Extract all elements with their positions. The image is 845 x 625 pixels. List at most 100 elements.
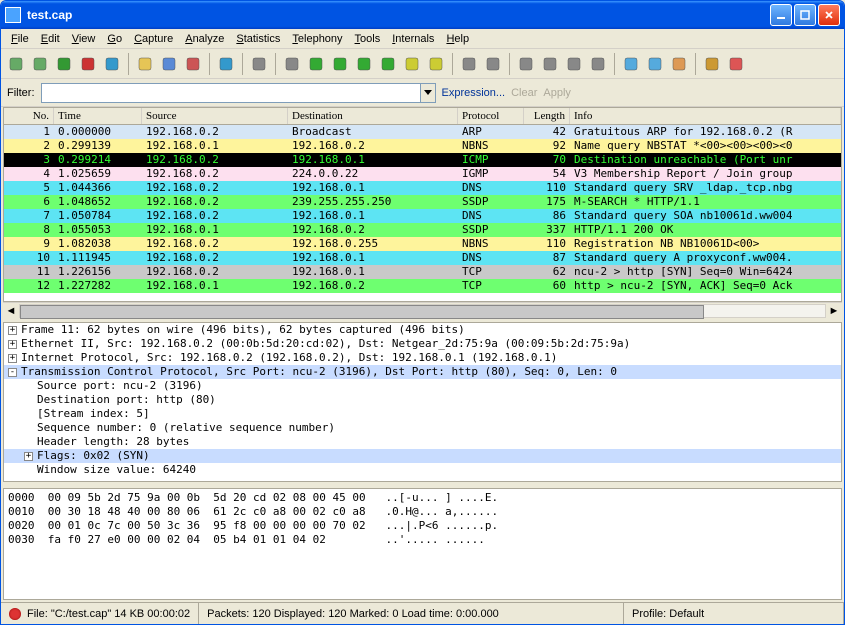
- toolbar-file-close[interactable]: [182, 53, 204, 75]
- toolbar-go-forward[interactable]: [329, 53, 351, 75]
- tree-expander-icon[interactable]: -: [8, 368, 17, 377]
- toolbar-go-back[interactable]: [305, 53, 327, 75]
- packet-list-rows[interactable]: 10.000000192.168.0.2BroadcastARP42Gratui…: [4, 125, 841, 301]
- toolbar-auto-scroll[interactable]: [482, 53, 504, 75]
- toolbar-capture-stop[interactable]: [77, 53, 99, 75]
- toolbar-help[interactable]: [725, 53, 747, 75]
- col-source[interactable]: Source: [142, 108, 288, 124]
- close-button[interactable]: [818, 4, 840, 26]
- toolbar-reload[interactable]: [215, 53, 237, 75]
- hex-line[interactable]: 0030 fa f0 27 e0 00 00 02 04 05 b4 01 01…: [8, 533, 837, 547]
- menu-statistics[interactable]: Statistics: [230, 31, 286, 47]
- toolbar-zoom-out[interactable]: [539, 53, 561, 75]
- detail-node[interactable]: +Frame 11: 62 bytes on wire (496 bits), …: [4, 323, 841, 337]
- hscroll-thumb[interactable]: [20, 305, 704, 319]
- menu-view[interactable]: View: [66, 31, 102, 47]
- menu-telephony[interactable]: Telephony: [286, 31, 348, 47]
- toolbar-go-last[interactable]: [425, 53, 447, 75]
- col-no[interactable]: No.: [4, 108, 54, 124]
- toolbar-go-end[interactable]: [377, 53, 399, 75]
- detail-node[interactable]: Sequence number: 0 (relative sequence nu…: [4, 421, 841, 435]
- toolbar-go-jump[interactable]: [353, 53, 375, 75]
- maximize-button[interactable]: [794, 4, 816, 26]
- detail-node[interactable]: Header length: 28 bytes: [4, 435, 841, 449]
- menu-tools[interactable]: Tools: [349, 31, 387, 47]
- col-destination[interactable]: Destination: [288, 108, 458, 124]
- detail-node[interactable]: Window size value: 64240: [4, 463, 841, 477]
- splitter-2[interactable]: [1, 482, 844, 486]
- menu-analyze[interactable]: Analyze: [179, 31, 230, 47]
- filter-dropdown-button[interactable]: [420, 83, 436, 103]
- detail-node[interactable]: +Ethernet II, Src: 192.168.0.2 (00:0b:5d…: [4, 337, 841, 351]
- packet-list-hscroll[interactable]: ◄ ►: [3, 302, 842, 318]
- toolbar-file-open[interactable]: [134, 53, 156, 75]
- packet-row[interactable]: 91.082038192.168.0.2192.168.0.255NBNS110…: [4, 237, 841, 251]
- toolbar-zoom-100[interactable]: [563, 53, 585, 75]
- hex-line[interactable]: 0020 00 01 0c 7c 00 50 3c 36 95 f8 00 00…: [8, 519, 837, 533]
- toolbar-file-save[interactable]: [158, 53, 180, 75]
- toolbar-preferences[interactable]: [701, 53, 723, 75]
- menu-internals[interactable]: Internals: [386, 31, 440, 47]
- cell-protocol: DNS: [458, 209, 524, 223]
- packet-row[interactable]: 61.048652192.168.0.2239.255.255.250SSDP1…: [4, 195, 841, 209]
- expression-link[interactable]: Expression...: [442, 87, 506, 99]
- packet-row[interactable]: 41.025659192.168.0.2224.0.0.22IGMP54V3 M…: [4, 167, 841, 181]
- detail-node[interactable]: +Internet Protocol, Src: 192.168.0.2 (19…: [4, 351, 841, 365]
- toolbar-print[interactable]: [248, 53, 270, 75]
- toolbar-zoom-fit[interactable]: [587, 53, 609, 75]
- minimize-button[interactable]: [770, 4, 792, 26]
- menu-go[interactable]: Go: [101, 31, 128, 47]
- packet-row[interactable]: 51.044366192.168.0.2192.168.0.1DNS110Sta…: [4, 181, 841, 195]
- toolbar-find[interactable]: [281, 53, 303, 75]
- toolbar-options-display[interactable]: [668, 53, 690, 75]
- cell-source: 192.168.0.2: [142, 181, 288, 195]
- hex-line[interactable]: 0010 00 30 18 48 40 00 80 06 61 2c c0 a8…: [8, 505, 837, 519]
- detail-node[interactable]: Source port: ncu-2 (3196): [4, 379, 841, 393]
- detail-node[interactable]: -Transmission Control Protocol, Src Port…: [4, 365, 841, 379]
- col-protocol[interactable]: Protocol: [458, 108, 524, 124]
- detail-node[interactable]: +Flags: 0x02 (SYN): [4, 449, 841, 463]
- packet-row[interactable]: 30.299214192.168.0.2192.168.0.1ICMP70Des…: [4, 153, 841, 167]
- tree-expander-icon[interactable]: +: [8, 326, 17, 335]
- col-info[interactable]: Info: [570, 108, 841, 124]
- status-profile[interactable]: Profile: Default: [632, 608, 704, 620]
- packet-row[interactable]: 111.226156192.168.0.2192.168.0.1TCP62ncu…: [4, 265, 841, 279]
- packet-row[interactable]: 20.299139192.168.0.1192.168.0.2NBNS92Nam…: [4, 139, 841, 153]
- packet-list-pane[interactable]: No. Time Source Destination Protocol Len…: [3, 107, 842, 302]
- toolbar-capture-restart[interactable]: [101, 53, 123, 75]
- toolbar-resize-cols[interactable]: [620, 53, 642, 75]
- toolbar-capture-start[interactable]: [53, 53, 75, 75]
- toolbar-colorize[interactable]: [458, 53, 480, 75]
- tree-expander-icon[interactable]: +: [8, 340, 17, 349]
- toolbar-options-capture[interactable]: [644, 53, 666, 75]
- toolbar-capture-interfaces[interactable]: [5, 53, 27, 75]
- tree-expander-icon[interactable]: +: [8, 354, 17, 363]
- toolbar-capture-options[interactable]: [29, 53, 51, 75]
- detail-node[interactable]: [Stream index: 5]: [4, 407, 841, 421]
- packet-details-pane[interactable]: +Frame 11: 62 bytes on wire (496 bits), …: [3, 322, 842, 482]
- col-time[interactable]: Time: [54, 108, 142, 124]
- cell-source: 192.168.0.2: [142, 209, 288, 223]
- cell-time: 0.299139: [54, 139, 142, 153]
- cell-no: 5: [4, 181, 54, 195]
- cell-info: ncu-2 > http [SYN] Seq=0 Win=6424: [570, 265, 841, 279]
- packet-row[interactable]: 10.000000192.168.0.2BroadcastARP42Gratui…: [4, 125, 841, 139]
- packet-list-header[interactable]: No. Time Source Destination Protocol Len…: [4, 108, 841, 125]
- filter-input[interactable]: [41, 83, 421, 103]
- toolbar-zoom-in[interactable]: [515, 53, 537, 75]
- menu-capture[interactable]: Capture: [128, 31, 179, 47]
- detail-node[interactable]: Destination port: http (80): [4, 393, 841, 407]
- menu-edit[interactable]: Edit: [35, 31, 66, 47]
- packet-row[interactable]: 71.050784192.168.0.2192.168.0.1DNS86Stan…: [4, 209, 841, 223]
- packet-row[interactable]: 101.111945192.168.0.2192.168.0.1DNS87Sta…: [4, 251, 841, 265]
- menu-file[interactable]: File: [5, 31, 35, 47]
- menu-help[interactable]: Help: [440, 31, 475, 47]
- packet-row[interactable]: 81.055053192.168.0.1192.168.0.2SSDP337HT…: [4, 223, 841, 237]
- packet-row[interactable]: 121.227282192.168.0.1192.168.0.2TCP60htt…: [4, 279, 841, 293]
- expert-info-icon[interactable]: [9, 608, 21, 620]
- tree-expander-icon[interactable]: +: [24, 452, 33, 461]
- col-length[interactable]: Length: [524, 108, 570, 124]
- toolbar-go-first[interactable]: [401, 53, 423, 75]
- packet-bytes-pane[interactable]: 0000 00 09 5b 2d 75 9a 00 0b 5d 20 cd 02…: [3, 488, 842, 600]
- hex-line[interactable]: 0000 00 09 5b 2d 75 9a 00 0b 5d 20 cd 02…: [8, 491, 837, 505]
